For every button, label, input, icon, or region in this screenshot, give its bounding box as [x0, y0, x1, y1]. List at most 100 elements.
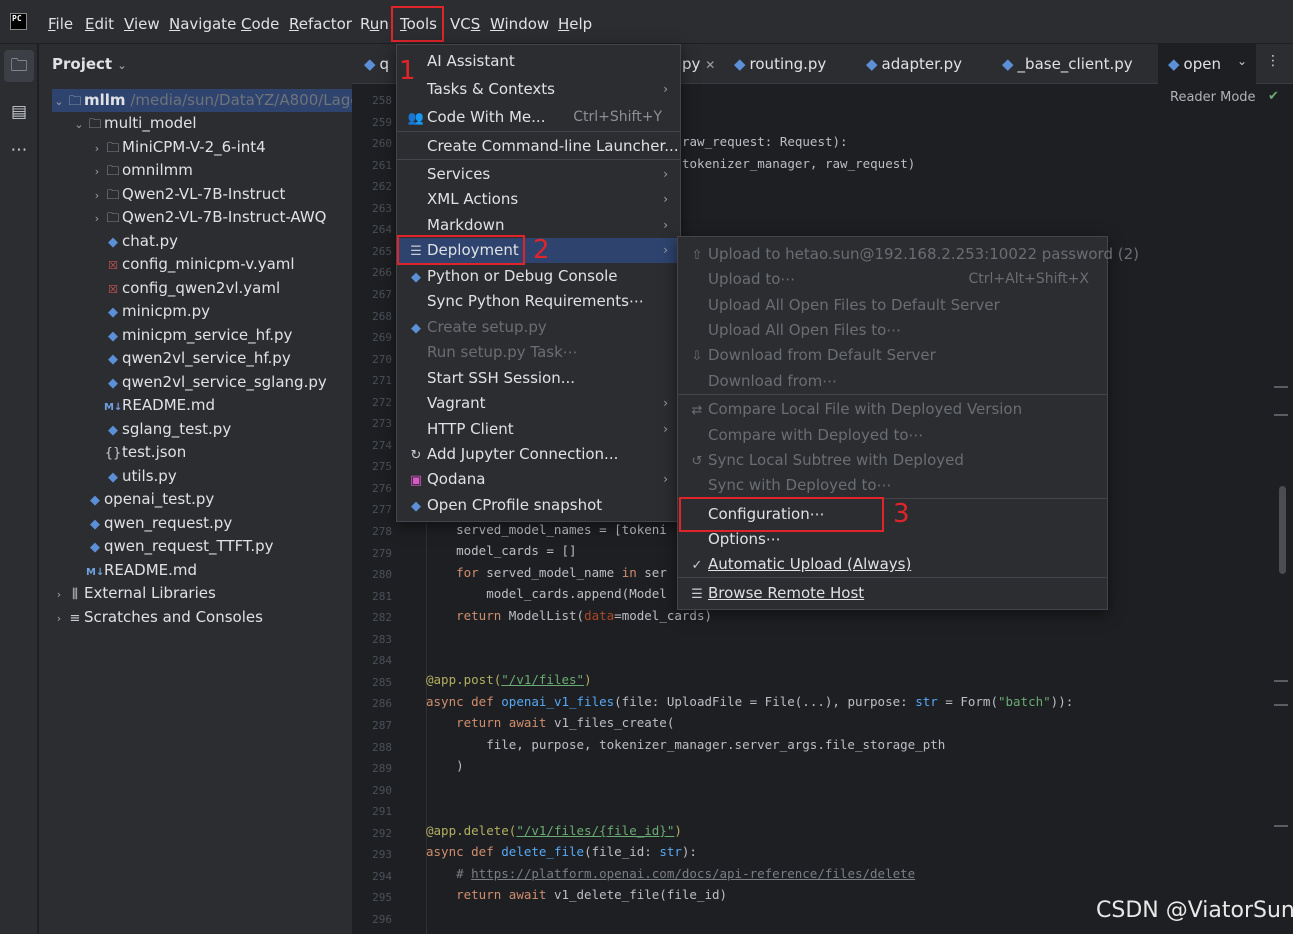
menu-code[interactable]: Code — [241, 13, 279, 35]
scratches-icon: ≡ — [69, 610, 81, 626]
tree-item[interactable]: ◆ minicpm.py — [90, 300, 210, 323]
tree-item[interactable]: ◆ utils.py — [90, 465, 177, 488]
tree-item[interactable]: ◆ minicpm_service_hf.py — [90, 324, 292, 347]
tools-menu-item[interactable]: 👥 Code With Me... Ctrl+Shift+Y — [397, 105, 680, 130]
tree-item[interactable]: {}test.json — [90, 441, 187, 464]
tools-menu-item[interactable]: Vagrant › — [397, 391, 680, 416]
deployment-menu-item[interactable]: ↺ Sync Local Subtree with Deployed — [678, 448, 1107, 473]
tab-list-chevron-icon[interactable]: ⌄ — [1237, 54, 1247, 68]
tree-item[interactable]: ◆ qwen_request.py — [72, 512, 232, 535]
qodana-icon: ▣ — [409, 473, 423, 488]
menu-item-label: Code With Me... — [427, 108, 546, 126]
code-line: model_cards = [] — [426, 543, 577, 558]
deployment-menu-item[interactable]: Upload All Open Files to⋯ — [678, 318, 1107, 343]
tree-root-mllm[interactable]: ⌄ 🗀 mllm /media/sun/DataYZ/A800/LageM — [52, 89, 373, 112]
tab-routing[interactable]: ◆ routing.py — [734, 52, 826, 76]
menu-window[interactable]: Window — [490, 13, 549, 35]
tree-item[interactable]: ☒ config_minicpm-v.yaml — [90, 253, 295, 276]
tools-menu-item[interactable]: ◆ Create setup.py — [397, 315, 680, 340]
deployment-menu-item[interactable]: ⇩ Download from Default Server — [678, 343, 1107, 368]
reader-mode-button[interactable]: Reader Mode — [1170, 90, 1256, 105]
deployment-menu-item[interactable]: Upload All Open Files to Default Server — [678, 293, 1107, 318]
tree-item[interactable]: ◆ openai_test.py — [72, 488, 214, 511]
tree-item[interactable]: › ⫼ External Libraries — [52, 582, 216, 605]
tab-py[interactable]: py ✕ — [682, 52, 715, 76]
compare-icon: ⇄ — [691, 403, 703, 418]
tools-menu-item[interactable]: AI Assistant — [397, 49, 680, 74]
tree-item[interactable]: M↓README.md — [72, 559, 197, 582]
tools-menu-item[interactable]: HTTP Client › — [397, 417, 680, 442]
users-icon: 👥 — [407, 111, 425, 126]
line-number: 265 — [372, 244, 392, 258]
menu-refactor[interactable]: Refactor — [289, 13, 352, 35]
tab-base-client[interactable]: ◆ _base_client.py — [1002, 52, 1133, 76]
tools-menu-item[interactable]: XML Actions › — [397, 187, 680, 212]
tools-menu-item[interactable]: ↻ Add Jupyter Connection... — [397, 442, 680, 467]
chevron-right-icon: › — [663, 82, 668, 96]
tree-item[interactable]: › 🗀 MiniCPM-V-2_6-int4 — [90, 136, 266, 159]
code-line: async def delete_file(file_id: str): — [426, 844, 697, 859]
tree-item[interactable]: › 🗀 Qwen2-VL-7B-Instruct — [90, 183, 286, 206]
tools-menu-item[interactable]: Create Command-line Launcher... — [397, 134, 680, 159]
tools-menu-item[interactable]: ▣ Qodana › — [397, 467, 680, 492]
tree-item[interactable]: ⌄ 🗀 multi_model — [72, 112, 197, 135]
tree-item[interactable]: › 🗀 omnilmm — [90, 159, 193, 182]
menu-help[interactable]: Help — [558, 13, 592, 35]
tree-item[interactable]: M↓README.md — [90, 394, 215, 417]
tree-item[interactable]: › ≡ Scratches and Consoles — [52, 606, 263, 629]
deployment-menu-item[interactable]: ✓ Automatic Upload (Always) — [678, 552, 1107, 577]
menu-run[interactable]: Run — [360, 13, 389, 35]
tools-menu-item[interactable]: Sync Python Requirements⋯ — [397, 289, 680, 314]
deployment-menu-item[interactable]: Sync with Deployed to⋯ — [678, 473, 1107, 498]
menu-navigate[interactable]: Navigate — [169, 13, 236, 35]
chevron-right-icon: › — [56, 588, 62, 601]
tree-item[interactable]: ◆ qwen2vl_service_hf.py — [90, 347, 291, 370]
menu-item-label: Run setup.py Task⋯ — [427, 343, 578, 361]
markdown-file-icon: M↓ — [86, 566, 105, 578]
tools-menu-item[interactable]: Services › — [397, 162, 680, 187]
check-icon: ✓ — [691, 558, 703, 573]
project-header[interactable]: Project ⌄ — [52, 55, 127, 73]
line-number: 276 — [372, 481, 392, 495]
python-icon: ◆ — [411, 321, 421, 336]
scroll-marker — [1274, 680, 1288, 682]
tab-adapter[interactable]: ◆ adapter.py — [866, 52, 962, 76]
tree-item[interactable]: ◆ qwen2vl_service_sglang.py — [90, 371, 327, 394]
menu-vcs[interactable]: VCS — [450, 13, 480, 35]
tree-item[interactable]: ◆ chat.py — [90, 230, 178, 253]
code-line: ) — [426, 758, 464, 773]
menu-item-label: AI Assistant — [427, 52, 515, 70]
tools-menu-item[interactable]: Run setup.py Task⋯ — [397, 340, 680, 365]
tools-menu-item[interactable]: Start SSH Session... — [397, 366, 680, 391]
editor-scrollbar[interactable] — [1279, 486, 1286, 574]
tools-menu-item[interactable]: ◆ Python or Debug Console — [397, 264, 680, 289]
more-tools-icon[interactable]: ⋯ — [0, 134, 38, 166]
tree-item-label: multi_model — [104, 114, 197, 132]
python-file-icon: ◆ — [108, 375, 118, 391]
structure-icon[interactable]: ▤ — [0, 96, 38, 128]
menu-file[interactable]: File — [48, 13, 73, 35]
tab-q[interactable]: ◆ q — [364, 52, 389, 76]
more-vertical-icon[interactable]: ⋮ — [1266, 53, 1280, 69]
tools-menu-item[interactable]: Tasks & Contexts › — [397, 77, 680, 102]
close-icon[interactable]: ✕ — [705, 58, 715, 72]
tree-item[interactable]: ◆ sglang_test.py — [90, 418, 231, 441]
menu-item-label: Browse Remote Host — [708, 584, 865, 602]
deployment-menu-item[interactable]: ⇧ Upload to hetao.sun@192.168.2.253:10022… — [678, 242, 1139, 267]
tree-item[interactable]: ☒ config_qwen2vl.yaml — [90, 277, 280, 300]
deployment-menu-item[interactable]: ☰ Browse Remote Host — [678, 581, 1107, 606]
tools-menu-item[interactable]: ◆ Open CProfile snapshot — [397, 493, 680, 518]
menu-view[interactable]: View — [124, 13, 160, 35]
deployment-menu-item[interactable]: Download from⋯ — [678, 369, 1107, 394]
deployment-menu-item[interactable]: Upload to⋯ Ctrl+Alt+Shift+X — [678, 267, 1107, 292]
download-icon: ⇩ — [691, 349, 703, 364]
chevron-down-icon: ⌄ — [117, 59, 127, 72]
folder-icon: 🗀 — [106, 164, 120, 179]
tree-item[interactable]: ◆ qwen_request_TTFT.py — [72, 535, 274, 558]
tree-item-label: qwen2vl_service_hf.py — [122, 349, 291, 367]
tree-item[interactable]: › 🗀 Qwen2-VL-7B-Instruct-AWQ — [90, 206, 327, 229]
menu-edit[interactable]: Edit — [85, 13, 114, 35]
deployment-menu-item[interactable]: Compare with Deployed to⋯ — [678, 423, 1107, 448]
deployment-menu-item[interactable]: ⇄ Compare Local File with Deployed Versio… — [678, 397, 1107, 422]
project-folder-icon[interactable]: 🗀 — [4, 50, 34, 82]
